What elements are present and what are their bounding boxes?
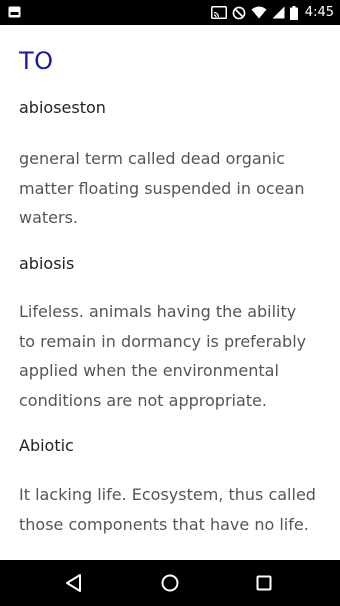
- definition-line: applied when the environmental: [19, 361, 279, 380]
- term-abiosis: abiosis: [19, 254, 75, 273]
- signal-icon: [272, 6, 285, 19]
- definition-abioseston: general term called dead organic matter …: [19, 144, 325, 233]
- glossary-content[interactable]: TO abioseston general term called dead o…: [19, 25, 325, 560]
- battery-icon: [289, 5, 298, 20]
- home-icon[interactable]: [158, 571, 182, 595]
- term-abioseston: abioseston: [19, 98, 106, 117]
- definition-line: conditions are not appropriate.: [19, 390, 267, 410]
- term-abiotic: Abiotic: [19, 436, 74, 455]
- definition-line: general term called dead organic: [19, 149, 286, 168]
- notification-icon: [8, 6, 21, 18]
- recents-icon[interactable]: [252, 571, 276, 595]
- section-letter: TO: [19, 47, 54, 75]
- navigation-bar: [0, 560, 340, 606]
- do-not-disturb-icon: [232, 6, 246, 19]
- definition-line: matter floating suspended in ocean: [19, 178, 305, 198]
- status-icons: 4:45: [210, 0, 334, 25]
- definition-line: waters.: [19, 208, 79, 227]
- definition-abiotic: It lacking life. Ecosystem, thus called …: [19, 480, 325, 539]
- status-bar: 4:45: [0, 0, 340, 25]
- definition-line: those components that have no life.: [19, 514, 309, 534]
- wifi-icon: [251, 6, 267, 19]
- clock: 4:45: [304, 5, 334, 20]
- definition-line: to remain in dormancy is preferably: [19, 331, 307, 351]
- cast-icon: [210, 6, 227, 19]
- definition-line: It lacking life. Ecosystem, thus called: [19, 485, 316, 504]
- definition-line: Lifeless. animals having the ability: [19, 302, 297, 321]
- definition-abiosis: Lifeless. animals having the ability to …: [19, 297, 325, 415]
- back-icon[interactable]: [62, 571, 86, 595]
